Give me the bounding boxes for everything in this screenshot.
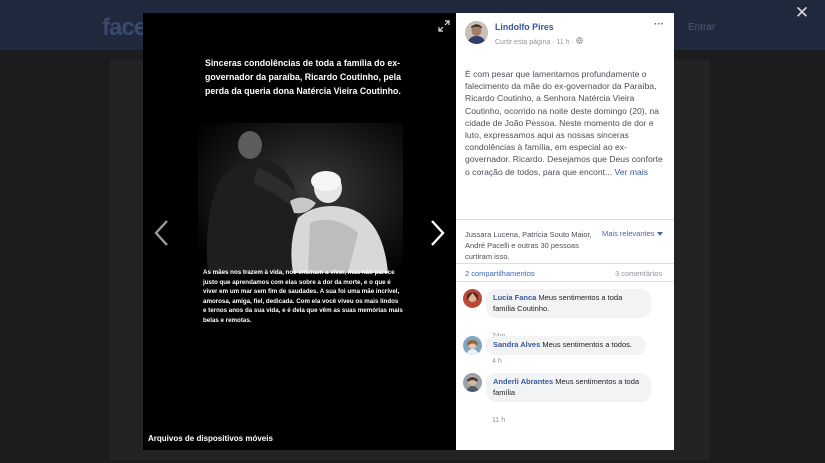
poster-title: Sinceras condolências de toda a família … (205, 58, 402, 96)
more-options-button[interactable]: ··· (652, 19, 666, 33)
post-author[interactable]: Lindolfo Pires (495, 22, 554, 32)
post-sidebar: Lindolfo Pires Curtir esta página · 11 h… (456, 13, 674, 450)
shares-count[interactable]: 2 compartilhamentos (465, 269, 535, 278)
commenter-name[interactable]: Sandra Alves (493, 340, 540, 349)
commenter-name[interactable]: Lucia Fanca (493, 293, 536, 302)
commenter-avatar-image (463, 289, 482, 308)
comment-sort-dropdown[interactable]: Mais relevantes (602, 229, 663, 238)
more-options-icon: ··· (654, 19, 664, 30)
comment-time[interactable]: 4 h (492, 358, 502, 365)
reactions-summary[interactable]: Jussara Lucena, Patrícia Souto Maior, An… (465, 229, 595, 262)
mother-son-photo (198, 123, 403, 273)
commenter-avatar-image (463, 336, 482, 355)
like-page-link[interactable]: Curtir esta página (495, 39, 550, 46)
previous-photo-arrow[interactable] (151, 218, 173, 248)
next-photo-arrow[interactable] (426, 218, 448, 248)
commenter-avatar[interactable] (463, 289, 482, 308)
commenter-avatar[interactable] (463, 373, 482, 392)
close-icon: ✕ (794, 3, 810, 22)
post-time[interactable]: 11 h (557, 39, 570, 46)
divider (456, 219, 674, 220)
poster-message: As mães nos trazem à vida, nos ensinam a… (203, 269, 403, 324)
commenter-avatar-image (463, 373, 482, 392)
see-more-link[interactable]: Ver mais (615, 167, 648, 177)
post-text: É com pesar que lamentamos profundamente… (465, 68, 667, 178)
background-login-link: Entrar (688, 22, 716, 33)
comment-sort-label: Mais relevantes (602, 229, 655, 238)
post-meta: Curtir esta página · 11 h · (495, 37, 583, 46)
commenter-avatar[interactable] (463, 336, 482, 355)
divider (456, 281, 674, 282)
divider (456, 263, 674, 264)
comments-count[interactable]: 3 comentários (615, 269, 662, 278)
condolence-poster: Sinceras condolências de toda a família … (198, 53, 408, 358)
comment-bubble: Anderli Abrantes Meus sentimentos a toda… (486, 373, 651, 402)
close-viewer-button[interactable]: ✕ (790, 3, 814, 23)
comment-bubble: Lucia Fanca Meus sentimentos a toda famí… (486, 289, 651, 318)
fullscreen-icon[interactable] (438, 20, 450, 32)
photo-stage: Sinceras condolências de toda a família … (143, 13, 456, 450)
globe-icon (576, 37, 583, 44)
caret-down-icon (656, 232, 663, 236)
comment-text: Meus sentimentos a todos. (542, 340, 632, 349)
post-body: É com pesar que lamentamos profundamente… (465, 69, 663, 177)
comment-time[interactable]: 11 h (492, 417, 505, 424)
album-caption[interactable]: Arquivos de dispositivos móveis (148, 434, 273, 443)
commenter-name[interactable]: Anderli Abrantes (493, 377, 553, 386)
background-logo: face (102, 14, 147, 41)
author-avatar[interactable] (465, 21, 488, 44)
author-avatar-image (465, 21, 488, 44)
comment-bubble: Sandra Alves Meus sentimentos a todos. (486, 336, 646, 355)
